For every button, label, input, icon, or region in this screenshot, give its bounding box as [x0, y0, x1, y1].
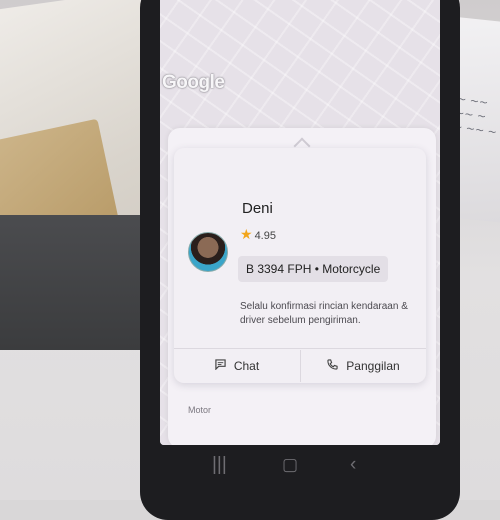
- safety-note: Selalu konfirmasi rincian kendaraan & dr…: [240, 301, 408, 326]
- driver-rating: ★ 4.95: [240, 226, 276, 243]
- star-icon: ★: [240, 226, 253, 242]
- vehicle-plate: B 3394 FPH • Motorcycle: [238, 256, 389, 282]
- driver-name: Deni: [242, 200, 273, 217]
- app-screen: Google Deni ★ 4.95 B 3394 FPH • Motorcycl…: [160, 0, 440, 445]
- back-icon[interactable]: ‹: [350, 454, 356, 476]
- chat-icon: [215, 359, 226, 373]
- home-icon[interactable]: ▢: [282, 455, 298, 475]
- driver-card: Deni ★ 4.95 B 3394 FPH • Motorcycle Selal…: [174, 148, 426, 383]
- recents-icon[interactable]: |||: [212, 454, 227, 476]
- call-button[interactable]: Panggilan: [301, 350, 426, 382]
- divider: [174, 348, 426, 349]
- background-box: [0, 215, 155, 350]
- chat-label: Chat: [233, 359, 260, 373]
- phone-icon: [327, 359, 338, 373]
- bottom-sheet[interactable]: Deni ★ 4.95 B 3394 FPH • Motorcycle Selal…: [168, 128, 436, 445]
- call-label: Panggilan: [346, 359, 400, 373]
- chat-button[interactable]: Chat: [174, 350, 300, 382]
- system-nav-bar: ||| ▢ ‹: [160, 452, 440, 482]
- rating-value: 4.95: [254, 230, 276, 242]
- google-logo: Google: [162, 72, 225, 93]
- service-type-label: Motor: [188, 405, 212, 415]
- avatar: [188, 232, 228, 272]
